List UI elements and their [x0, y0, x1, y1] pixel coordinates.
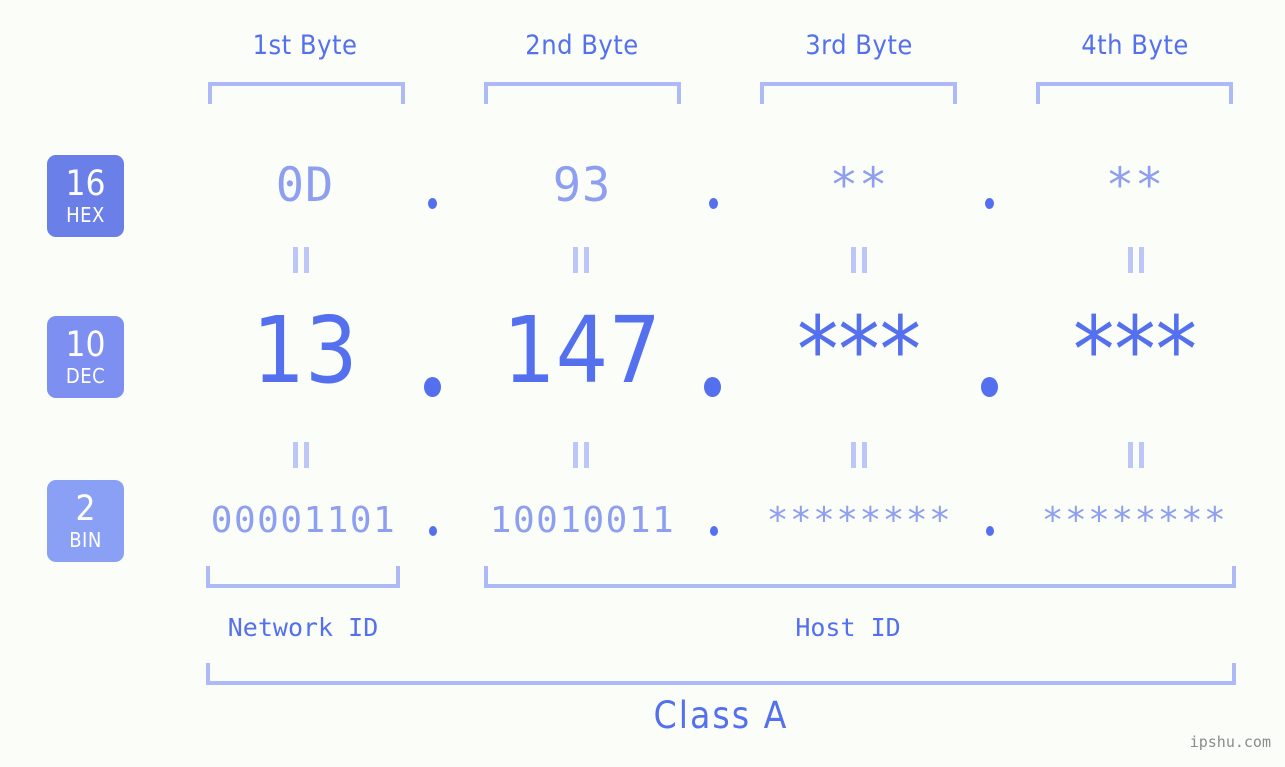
bracket-tick-right	[953, 82, 957, 104]
hex-separator-dot-1	[428, 198, 437, 209]
bracket-bar	[484, 82, 681, 86]
byte-header-1: 1st Byte	[252, 30, 358, 61]
hex-byte-4-value: **	[1105, 158, 1165, 213]
byte-bracket-top-4	[1036, 82, 1233, 104]
equivalence-mark-dec-bin-4	[1127, 442, 1145, 468]
base-badge-name: HEX	[66, 203, 105, 227]
equivalence-mark-hex-dec-2	[572, 247, 590, 273]
bin-byte-1-value: 00001101	[210, 500, 397, 541]
hex-separator-dot-3	[985, 198, 994, 209]
base-badge-number: 16	[65, 164, 106, 204]
bin-byte-2-value: 10010011	[489, 500, 676, 541]
bracket-bar	[206, 584, 400, 588]
byte-header-4: 4th Byte	[1081, 30, 1189, 61]
dec-byte-2-value: 147	[503, 297, 661, 404]
byte-bracket-top-1	[208, 82, 405, 104]
bracket-tick-left	[206, 566, 210, 588]
base-badge-name: DEC	[65, 364, 106, 388]
site-watermark: ipshu.com	[1189, 733, 1271, 751]
bin-byte-4-value: ********	[1041, 500, 1228, 541]
bracket-tick-right	[677, 82, 681, 104]
bracket-tick-left	[484, 566, 488, 588]
host-id-label: Host ID	[795, 613, 901, 642]
bin-separator-dot-3	[986, 526, 994, 536]
bracket-tick-left	[206, 663, 210, 685]
bracket-tick-right	[396, 566, 400, 588]
bin-byte-3-value: ********	[766, 500, 953, 541]
equivalence-mark-dec-bin-2	[572, 442, 590, 468]
equivalence-mark-hex-dec-3	[850, 247, 868, 273]
bracket-tick-left	[1036, 82, 1040, 104]
hex-separator-dot-2	[709, 198, 718, 209]
base-badge-number: 10	[65, 325, 106, 365]
bin-separator-dot-2	[710, 526, 718, 536]
base-badge-number: 2	[75, 489, 96, 529]
bracket-tick-right	[1232, 566, 1236, 588]
equivalence-mark-hex-dec-4	[1127, 247, 1145, 273]
hex-byte-2-value: 93	[552, 158, 612, 213]
dec-separator-dot-3	[981, 377, 998, 397]
equivalence-mark-hex-dec-1	[292, 247, 310, 273]
class-bracket	[206, 663, 1236, 685]
base-badge-name: BIN	[69, 528, 102, 552]
equivalence-mark-dec-bin-1	[292, 442, 310, 468]
base-badge-bin: 2 BIN	[47, 480, 124, 562]
bracket-bar	[760, 82, 957, 86]
byte-header-2: 2nd Byte	[525, 30, 639, 61]
network-id-label: Network ID	[227, 613, 379, 642]
ip-address-breakdown-diagram: 1st Byte 2nd Byte 3rd Byte 4th Byte 16 H…	[0, 0, 1285, 767]
bracket-tick-right	[401, 82, 405, 104]
bracket-tick-left	[760, 82, 764, 104]
bracket-tick-left	[484, 82, 488, 104]
base-badge-dec: 10 DEC	[47, 316, 124, 398]
bracket-tick-right	[1229, 82, 1233, 104]
bracket-bar	[206, 681, 1236, 685]
dec-byte-1-value: 13	[252, 297, 358, 404]
base-badge-hex: 16 HEX	[47, 155, 124, 237]
bin-separator-dot-1	[429, 526, 437, 536]
dec-byte-4-value: ***	[1072, 297, 1198, 404]
bracket-bar	[484, 584, 1236, 588]
byte-header-3: 3rd Byte	[805, 30, 913, 61]
bracket-tick-right	[1232, 663, 1236, 685]
bracket-bar	[1036, 82, 1233, 86]
hex-byte-3-value: **	[829, 158, 889, 213]
bracket-tick-left	[208, 82, 212, 104]
byte-bracket-top-2	[484, 82, 681, 104]
dec-byte-3-value: ***	[796, 297, 922, 404]
hex-byte-1-value: 0D	[275, 158, 335, 213]
byte-bracket-top-3	[760, 82, 957, 104]
dec-separator-dot-2	[704, 377, 721, 397]
class-label: Class A	[653, 694, 789, 737]
bracket-bar	[208, 82, 405, 86]
equivalence-mark-dec-bin-3	[850, 442, 868, 468]
host-id-bracket	[484, 566, 1236, 588]
network-id-bracket	[206, 566, 400, 588]
dec-separator-dot-1	[424, 377, 441, 397]
